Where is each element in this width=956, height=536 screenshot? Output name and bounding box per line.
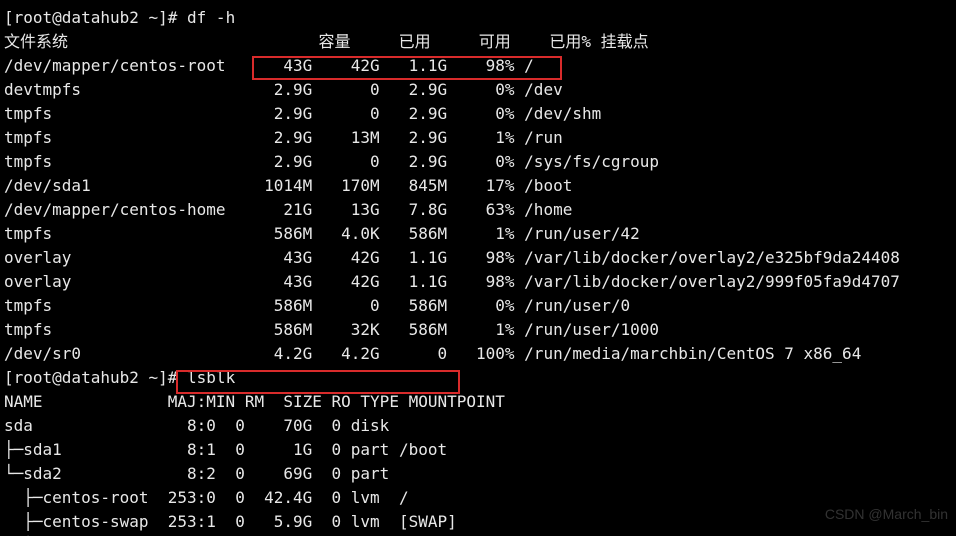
df-header: 文件系统 容量 已用 可用 已用% 挂载点 xyxy=(4,32,649,51)
command-lsblk: lsblk xyxy=(187,368,235,387)
prompt-line-1: [root@datahub2 ~]# df -h xyxy=(4,8,235,27)
lsblk-output: sda 8:0 0 70G 0 disk ├─sda1 8:1 0 1G 0 p… xyxy=(4,416,736,536)
ps1: [root@datahub2 ~]# xyxy=(4,8,187,27)
lsblk-header: NAME MAJ:MIN RM SIZE RO TYPE MOUNTPOINT xyxy=(4,392,505,411)
prompt-line-2: [root@datahub2 ~]# lsblk xyxy=(4,368,235,387)
watermark-text: CSDN @March_bin xyxy=(825,502,948,526)
terminal-area[interactable]: [root@datahub2 ~]# df -h 文件系统 容量 已用 可用 已… xyxy=(0,0,956,536)
df-output: /dev/mapper/centos-root 43G 42G 1.1G 98%… xyxy=(4,56,900,363)
command-df: df -h xyxy=(187,8,235,27)
ps1: [root@datahub2 ~]# xyxy=(4,368,187,387)
